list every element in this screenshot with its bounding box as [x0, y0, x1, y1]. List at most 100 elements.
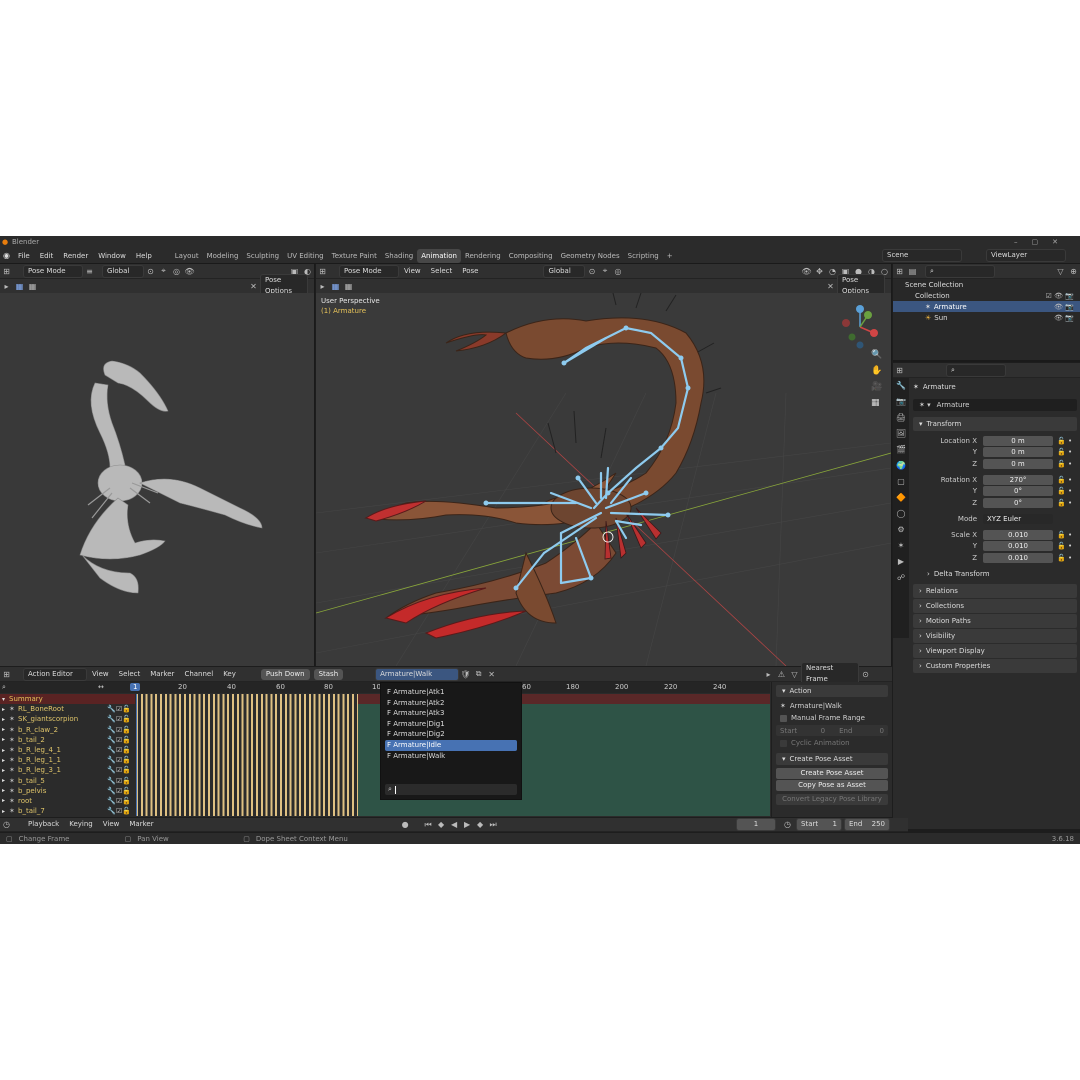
keyframe-row[interactable]: [136, 795, 358, 807]
stash-button[interactable]: Stash: [313, 668, 344, 680]
keyframe-row[interactable]: [136, 694, 358, 705]
action-list-item[interactable]: F Armature|Atk3: [385, 708, 517, 719]
create-pose-asset-panel-header[interactable]: ▾ Create Pose Asset: [776, 753, 888, 765]
display-mode-icon[interactable]: ▤: [907, 266, 918, 277]
close-x-icon[interactable]: ✕: [248, 281, 259, 292]
tab-texture-paint[interactable]: Texture Paint: [328, 249, 381, 263]
keyframe-row[interactable]: [136, 714, 358, 725]
current-frame-indicator[interactable]: 1: [130, 683, 141, 691]
jump-end-icon[interactable]: ⏭: [488, 819, 499, 830]
viewport-nav-icons[interactable]: 🔍 ✋ 🎥 ▦: [871, 347, 882, 411]
rotation-x-field[interactable]: 270°: [983, 474, 1053, 485]
proportional-icon[interactable]: ◎: [171, 266, 182, 277]
channel-row[interactable]: ▸ ✶ b_pelvis 🔧☑🔓: [0, 786, 135, 796]
channel-row[interactable]: ▸ ✶ b_R_leg_4_1 🔧☑🔓: [0, 745, 135, 755]
channel-row[interactable]: ▸ ✶ b_R_leg_1_1 🔧☑🔓: [0, 755, 135, 765]
keyframe-row[interactable]: [136, 744, 358, 756]
armature-data-field[interactable]: ✶ ▾ Armature: [913, 399, 1077, 411]
new-collection-icon[interactable]: ⊕: [1068, 266, 1079, 277]
manual-frame-range-checkbox[interactable]: [780, 714, 787, 722]
keyframe-row[interactable]: [136, 734, 358, 745]
rotation-z-field[interactable]: 0°: [983, 497, 1053, 508]
outliner-item-armature[interactable]: ✶ Armature 👁 📷: [893, 301, 1080, 312]
pivot-icon[interactable]: ⊙: [145, 266, 156, 277]
channel-row[interactable]: ▸ ✶ b_R_leg_3_1 🔧☑🔓: [0, 765, 135, 775]
scale-z-field[interactable]: 0.010: [983, 552, 1053, 563]
scene-selector[interactable]: Scene: [882, 249, 962, 262]
channel-row[interactable]: ▸ ✶ SK_giantscorpion 🔧☑🔓: [0, 714, 135, 724]
current-frame-field[interactable]: 1: [736, 818, 776, 831]
tab-geometry-nodes[interactable]: Geometry Nodes: [557, 249, 624, 263]
menu-view[interactable]: View: [98, 817, 125, 832]
push-down-button[interactable]: Push Down: [260, 668, 310, 680]
channel-row[interactable]: ▸ ✶ b_R_claw_2 🔧☑🔓: [0, 725, 135, 735]
menu-window[interactable]: Window: [93, 248, 131, 264]
scale-x-field[interactable]: 0.010: [983, 529, 1053, 540]
viewport-display-panel[interactable]: › Viewport Display: [913, 644, 1077, 658]
menu-marker[interactable]: Marker: [145, 667, 179, 682]
add-workspace-icon[interactable]: +: [663, 249, 677, 263]
editor-mode-dropdown[interactable]: Action Editor: [23, 667, 87, 681]
start-frame-field[interactable]: Start 1: [796, 818, 842, 831]
scale-y-field[interactable]: 0.010: [983, 541, 1053, 551]
editor-type-icon[interactable]: ⊞: [317, 266, 328, 277]
record-icon[interactable]: ●: [400, 819, 411, 830]
properties-search-icon[interactable]: ⌕: [946, 363, 1006, 377]
action-search-field[interactable]: ⌕: [385, 784, 517, 795]
tab-layout[interactable]: Layout: [171, 249, 203, 263]
menu-edit[interactable]: Edit: [35, 248, 59, 264]
menu-select[interactable]: Select: [426, 264, 458, 279]
location-x-field[interactable]: 0 m: [983, 435, 1053, 446]
show-errors-icon[interactable]: ⚠: [776, 669, 787, 680]
prev-key-icon[interactable]: ◆: [436, 819, 447, 830]
select-mode-icon-2[interactable]: ▦: [27, 281, 38, 292]
action-list-item-selected[interactable]: F Armature|Idle: [385, 739, 517, 751]
menu-help[interactable]: Help: [131, 248, 157, 264]
menu-select[interactable]: Select: [114, 667, 146, 682]
main-viewport-canvas[interactable]: User Perspective (1) Armature 🔍 ✋ 🎥 ▦: [315, 288, 892, 667]
keyframe-row[interactable]: [136, 765, 358, 776]
tab-shading[interactable]: Shading: [381, 249, 417, 263]
editor-type-icon[interactable]: ⊞: [894, 266, 905, 277]
tab-rendering[interactable]: Rendering: [461, 249, 505, 263]
select-mode-icon[interactable]: ▦: [330, 281, 341, 292]
action-selector[interactable]: Armature|Walk: [375, 667, 460, 681]
blender-menu-icon[interactable]: ◉: [1, 250, 12, 261]
channel-row[interactable]: ▸ ✶ b_tail_5 🔧☑🔓: [0, 776, 135, 786]
editor-type-icon[interactable]: ⊞: [894, 365, 905, 376]
end-frame-field[interactable]: End 250: [844, 818, 890, 831]
snap-icon[interactable]: ⌖: [158, 266, 169, 277]
menu-marker[interactable]: Marker: [124, 817, 158, 832]
menu-file[interactable]: File: [13, 248, 35, 264]
playhead-line[interactable]: [136, 694, 137, 816]
transform-panel-header[interactable]: ▾ Transform: [913, 417, 1077, 431]
action-list-item[interactable]: F Armature|Dig2: [385, 729, 517, 740]
visibility-icon[interactable]: 👁: [801, 266, 812, 277]
only-selected-icon[interactable]: ▸: [763, 669, 774, 680]
location-z-field[interactable]: 0 m: [983, 458, 1053, 469]
next-key-icon[interactable]: ◆: [475, 819, 486, 830]
custom-properties-panel[interactable]: › Custom Properties: [913, 659, 1077, 673]
navigation-gizmo[interactable]: [836, 303, 884, 351]
filters-icon[interactable]: ▽: [789, 669, 800, 680]
jump-start-icon[interactable]: ⏮: [423, 819, 434, 830]
visibility-panel[interactable]: › Visibility: [913, 629, 1077, 643]
action-list-item[interactable]: F Armature|Atk2: [385, 698, 517, 709]
left-mode-dropdown[interactable]: Pose Mode: [23, 264, 83, 278]
editor-type-icon[interactable]: ◷: [1, 819, 12, 830]
channel-row[interactable]: ▸ ✶ b_tail_2 🔧☑🔓: [0, 735, 135, 745]
main-mode-dropdown[interactable]: Pose Mode: [339, 264, 399, 278]
filter-icon[interactable]: ▽: [1055, 266, 1066, 277]
menu-view[interactable]: View: [399, 264, 426, 279]
action-panel-header[interactable]: ▾ Action: [776, 685, 888, 697]
location-y-field[interactable]: 0 m: [983, 447, 1053, 457]
keyframe-row[interactable]: [136, 785, 358, 796]
preview-range-icon[interactable]: ◷: [782, 819, 793, 830]
channel-row[interactable]: ▸ ✶ b_tail_7 🔧☑🔓: [0, 806, 135, 816]
unlink-icon[interactable]: ✕: [486, 669, 497, 680]
gizmo-icon[interactable]: ✥: [814, 266, 825, 277]
select-box-icon[interactable]: ▸: [317, 281, 328, 292]
create-pose-asset-button[interactable]: Create Pose Asset: [776, 768, 888, 779]
zoom-icon[interactable]: ↔: [98, 683, 104, 691]
action-list-item[interactable]: F Armature|Atk1: [385, 687, 517, 698]
